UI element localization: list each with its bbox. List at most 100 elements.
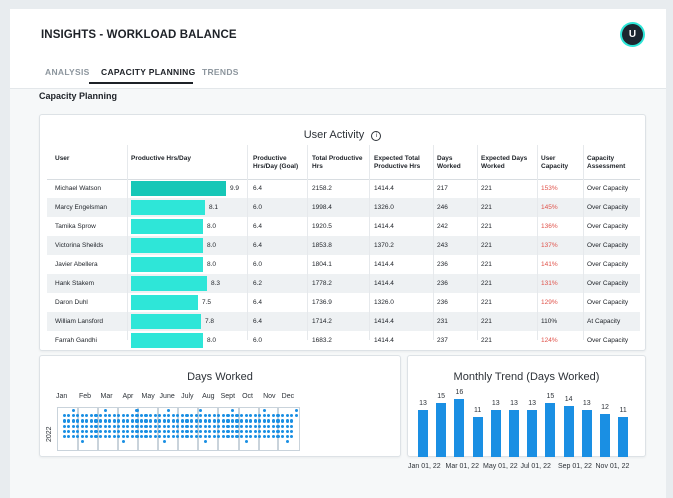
day-dot[interactable] [271, 429, 276, 433]
day-dot[interactable] [226, 429, 230, 433]
day-dot[interactable] [249, 419, 253, 423]
table-row[interactable]: Tamika Sprow 6.4 1920.5 1414.4 242 221 136% Ove… [47, 217, 640, 236]
day-dot[interactable] [135, 419, 139, 423]
day-dot[interactable] [94, 424, 98, 428]
day-dot[interactable] [285, 429, 289, 433]
day-dot[interactable] [235, 419, 239, 423]
day-dot[interactable] [108, 424, 112, 428]
day-dot[interactable] [89, 429, 94, 433]
day-dot[interactable] [135, 435, 139, 439]
trend-bar[interactable] [527, 409, 538, 457]
trend-bar[interactable] [563, 406, 574, 457]
day-dot[interactable] [144, 435, 148, 439]
trend-bar[interactable] [581, 409, 592, 457]
table-row[interactable]: Victorina Sheilds 6.4 1853.8 1370.2 243 221 13… [47, 236, 640, 255]
day-dot[interactable] [153, 435, 157, 439]
day-dot[interactable] [94, 429, 98, 433]
day-dot[interactable] [189, 419, 194, 423]
day-dot[interactable] [112, 424, 116, 428]
day-dot[interactable] [226, 419, 230, 423]
table-row[interactable]: Javier Abellera 6.0 1804.1 1414.4 236 221 141%… [47, 255, 640, 274]
day-dot[interactable] [185, 424, 189, 428]
day-dot[interactable] [153, 424, 157, 428]
info-circle-icon[interactable]: i [371, 131, 382, 141]
day-dot[interactable] [62, 419, 66, 423]
table-row[interactable]: William Lansford 6.4 1714.2 1414.4 231 221 110… [47, 312, 640, 331]
day-dot[interactable] [71, 429, 75, 433]
day-dot[interactable] [253, 435, 257, 439]
day-dot[interactable] [103, 419, 107, 423]
day-dot[interactable] [212, 424, 216, 428]
day-dot[interactable] [276, 424, 280, 428]
col-user[interactable]: User [55, 155, 125, 163]
day-dot[interactable] [112, 429, 116, 433]
day-dot[interactable] [203, 419, 207, 423]
day-dot[interactable] [226, 424, 230, 428]
day-dot[interactable] [244, 424, 248, 428]
trend-bar[interactable] [436, 402, 447, 457]
day-dot[interactable] [194, 429, 198, 433]
day-dot[interactable] [130, 424, 134, 428]
day-dot[interactable] [80, 429, 84, 433]
day-dot[interactable] [98, 419, 103, 423]
day-dot[interactable] [221, 429, 225, 433]
table-row[interactable]: Hank Stakem 6.2 1778.2 1414.4 236 221 131% Over… [47, 274, 640, 293]
day-dot[interactable] [212, 419, 216, 423]
day-dot[interactable] [276, 435, 280, 439]
tab-analysis[interactable]: ANALYSIS [45, 67, 90, 77]
table-row[interactable]: Michael Watson 6.4 2158.2 1414.4 217 221 153% O… [47, 179, 640, 198]
day-dot[interactable] [103, 424, 107, 428]
day-dot[interactable] [103, 409, 107, 413]
day-dot[interactable] [285, 435, 289, 439]
day-dot[interactable] [194, 435, 198, 439]
day-dot[interactable] [144, 424, 148, 428]
day-dot[interactable] [121, 429, 125, 433]
tab-capacity-planning[interactable]: CAPACITY PLANNING [101, 67, 196, 77]
user-avatar[interactable]: U [622, 24, 643, 45]
day-dot[interactable] [280, 419, 285, 423]
day-dot[interactable] [139, 419, 144, 423]
day-dot[interactable] [135, 409, 139, 413]
day-dot[interactable] [180, 419, 185, 423]
day-dot[interactable] [285, 424, 289, 428]
day-dot[interactable] [80, 419, 84, 423]
trend-bar[interactable] [472, 417, 483, 457]
day-dot[interactable] [212, 435, 216, 439]
day-dot[interactable] [253, 424, 257, 428]
day-dot[interactable] [89, 424, 94, 428]
table-row[interactable]: Farrah Gandhi 6.0 1683.2 1414.4 237 221 124% Ov… [47, 331, 640, 350]
day-dot[interactable] [212, 429, 216, 433]
day-dot[interactable] [185, 429, 189, 433]
day-dot[interactable] [262, 424, 266, 428]
day-dot[interactable] [162, 435, 166, 439]
day-dot[interactable] [67, 419, 71, 423]
day-dot[interactable] [171, 419, 175, 423]
day-dot[interactable] [117, 419, 121, 423]
col-expected-days[interactable]: Expected Days Worked [481, 155, 539, 171]
col-productive-hrs[interactable]: Productive Hrs/Day [131, 155, 241, 163]
day-dot[interactable] [285, 419, 289, 423]
day-dot[interactable] [240, 424, 244, 428]
trend-bar[interactable] [545, 402, 556, 457]
day-dot[interactable] [262, 429, 266, 433]
day-dot[interactable] [194, 419, 198, 423]
day-dot[interactable] [144, 419, 148, 423]
day-dot[interactable] [199, 419, 203, 423]
day-dot[interactable] [71, 424, 75, 428]
day-dot[interactable] [149, 419, 153, 423]
day-dot[interactable] [276, 419, 280, 423]
day-dot[interactable] [244, 435, 248, 439]
day-dot[interactable] [199, 424, 203, 428]
day-dot[interactable] [185, 419, 189, 423]
day-dot[interactable] [230, 419, 235, 423]
day-dot[interactable] [139, 429, 144, 433]
trend-bar[interactable] [418, 409, 428, 457]
day-dot[interactable] [235, 424, 239, 428]
col-capacity[interactable]: User Capacity [541, 155, 581, 171]
day-dot[interactable] [221, 424, 225, 428]
day-dot[interactable] [180, 429, 185, 433]
day-dot[interactable] [240, 419, 244, 423]
day-dot[interactable] [203, 429, 207, 433]
day-dot[interactable] [230, 429, 235, 433]
col-total[interactable]: Total Productive Hrs [312, 155, 370, 171]
